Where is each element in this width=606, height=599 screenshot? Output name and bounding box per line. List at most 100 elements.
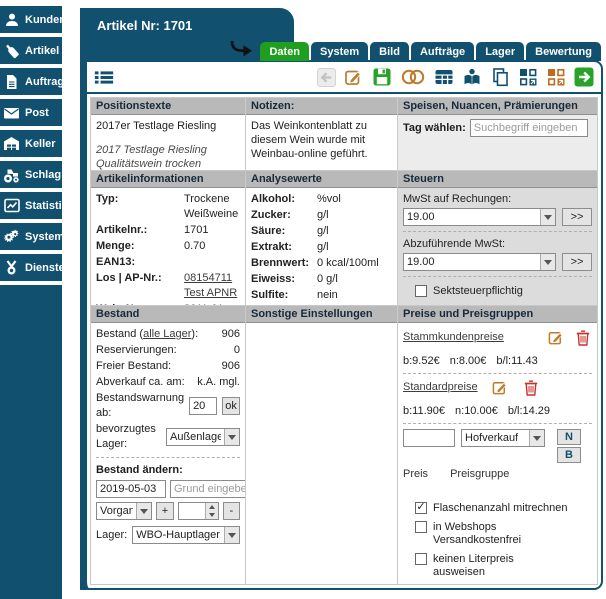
toolbar: [87, 62, 601, 94]
minus-button[interactable]: -: [223, 502, 240, 520]
forward-icon[interactable]: [574, 67, 594, 87]
preis-column-label: Preis: [403, 467, 428, 482]
brutto-button[interactable]: B: [557, 447, 581, 463]
tab-bild[interactable]: Bild: [370, 42, 409, 61]
sidebar-item-label: Schlag: [25, 169, 61, 181]
grid-orange-icon[interactable]: [546, 67, 566, 87]
section-artikelinformationen: Artikelinformationen Typ:Trockene Weißwe…: [91, 171, 245, 305]
ap-nr-link[interactable]: 08154711 Test APNR: [184, 271, 240, 301]
vorgangsart-select[interactable]: Vorgangsart:: [96, 502, 152, 520]
field-label: Menge:: [96, 239, 184, 254]
edit-icon[interactable]: [344, 67, 364, 87]
bestand-datum-input[interactable]: [96, 480, 166, 498]
brennwert-value: 0 kcal/100ml: [317, 256, 379, 271]
abzufuehrende-mwst-select[interactable]: 19.00: [403, 253, 556, 271]
tag-search-input[interactable]: [470, 119, 588, 137]
alle-lager-link[interactable]: alle Lager: [143, 328, 191, 340]
sektsteuer-checkbox[interactable]: [415, 285, 427, 297]
freier-bestand-value: 906: [222, 359, 240, 374]
chevron-down-icon: [224, 429, 239, 445]
lager-select[interactable]: WBO-Hauptlager: [132, 526, 240, 544]
field-label: Freier Bestand:: [96, 359, 222, 374]
list-icon[interactable]: [94, 67, 114, 87]
arrow-down-icon[interactable]: [206, 511, 218, 519]
back-icon[interactable]: [316, 67, 336, 87]
field-label: Typ:: [96, 192, 184, 222]
flaschenanzahl-label: Flaschenanzahl mitrechnen: [433, 502, 568, 515]
stepper-arrows[interactable]: [205, 503, 218, 519]
plus-button[interactable]: +: [156, 502, 173, 520]
kein-literpreis-checkbox[interactable]: [415, 553, 427, 565]
bevorzugtes-lager-select[interactable]: Außenlage: [166, 428, 240, 446]
tractor-icon: [3, 166, 20, 183]
bestandswarnung-input[interactable]: [189, 397, 217, 415]
field-label: Säure:: [251, 224, 317, 239]
mwst-rechnungen-select[interactable]: 19.00: [403, 208, 556, 226]
sidebar-item-label: Dienste: [25, 262, 65, 274]
toggle-icon[interactable]: [400, 67, 426, 87]
mwst-rechnungen-forward-button[interactable]: >>: [562, 208, 592, 226]
wine-bottle-icon: [3, 42, 20, 59]
abzufuehrende-mwst-forward-button[interactable]: >>: [562, 253, 592, 271]
field-label: Reservierungen:: [96, 343, 234, 358]
sidebar-item-label: Statistik: [25, 200, 68, 212]
menge-value: 0.70: [184, 239, 205, 254]
saeure-value: g/l: [317, 224, 329, 239]
edit-icon[interactable]: [548, 329, 565, 346]
arrow-up-icon[interactable]: [206, 503, 218, 511]
mwst-rechnungen-label: MwSt auf Rechungen:: [403, 192, 592, 206]
field-label: Artikelnr.:: [96, 223, 184, 238]
section-analysewerte: Analysewerte Alkohol:%vol Zucker:g/l Säu…: [246, 171, 397, 305]
reader-icon[interactable]: [462, 67, 482, 87]
grid-teal-icon[interactable]: [518, 67, 538, 87]
sidebar-item-dienste[interactable]: Dienste: [0, 254, 62, 281]
copy-icon[interactable]: [490, 67, 510, 87]
tab-lager[interactable]: Lager: [476, 42, 524, 61]
tab-system[interactable]: System: [311, 42, 368, 61]
sidebar-item-auftrag[interactable]: Auftrag: [0, 68, 62, 95]
trash-icon[interactable]: [523, 379, 540, 396]
sidebar-item-keller[interactable]: Keller: [0, 130, 62, 157]
tab-daten[interactable]: Daten: [260, 42, 309, 61]
section-bestand: Bestand Bestand (alle Lager):906 Reservi…: [91, 306, 245, 584]
preisgruppe-select[interactable]: Hofverkauf: [461, 429, 545, 447]
sidebar-item-schlag[interactable]: Schlag: [0, 161, 62, 188]
standardpreise-link[interactable]: Standardpreise: [403, 380, 478, 395]
edit-icon[interactable]: [492, 379, 509, 396]
netto-button[interactable]: N: [557, 429, 581, 445]
grund-input[interactable]: [170, 480, 245, 498]
stepper-input[interactable]: [179, 503, 205, 519]
field-label: Eiweiss:: [251, 272, 317, 287]
sidebar-item-artikel[interactable]: Artikel: [0, 37, 62, 64]
preis-input[interactable]: [403, 429, 455, 447]
bestand-aendern-title: Bestand ändern:: [96, 464, 183, 476]
divider: [403, 231, 592, 232]
section-steuern: Steuern MwSt auf Rechungen: 19.00 >> Abz…: [398, 171, 597, 305]
sidebar: Kunden Artikel Auftrag Post Keller Schla…: [0, 6, 62, 285]
wein-nr-link[interactable]: 2011-01: [184, 302, 224, 305]
sidebar-item-post[interactable]: Post: [0, 99, 62, 126]
sidebar-item-system[interactable]: System: [0, 223, 62, 250]
chevron-down-icon: [540, 209, 555, 225]
chevron-down-icon: [224, 527, 239, 543]
tab-auftraege[interactable]: Aufträge: [411, 42, 474, 61]
table-icon[interactable]: [434, 67, 454, 87]
stammkundenpreise-link[interactable]: Stammkundenpreise: [403, 330, 504, 345]
ok-button[interactable]: ok: [222, 397, 240, 415]
sidebar-item-kunden[interactable]: Kunden: [0, 6, 62, 33]
section-header: Preise und Preisgruppen: [398, 306, 597, 323]
sidebar-item-statistik[interactable]: Statistik: [0, 192, 62, 219]
flaschenanzahl-checkbox[interactable]: [415, 502, 427, 514]
trash-icon[interactable]: [575, 329, 592, 346]
tab-bewertung[interactable]: Bewertung: [526, 42, 601, 61]
chevron-down-icon: [136, 503, 151, 519]
positionstext-line2: 2017 Testlage Riesling Qualitätswein tro…: [96, 143, 240, 170]
chevron-down-icon: [540, 254, 555, 270]
field-label: EAN13:: [96, 255, 184, 270]
toolbar-actions: [316, 67, 594, 87]
bestandswarnung-label: Bestandswarnung ab:: [96, 391, 184, 421]
save-icon[interactable]: [372, 67, 392, 87]
webshops-versandkostenfrei-checkbox[interactable]: [415, 521, 427, 533]
menge-stepper[interactable]: [178, 502, 219, 520]
abverkauf-value: k.A. mgl.: [197, 375, 240, 390]
